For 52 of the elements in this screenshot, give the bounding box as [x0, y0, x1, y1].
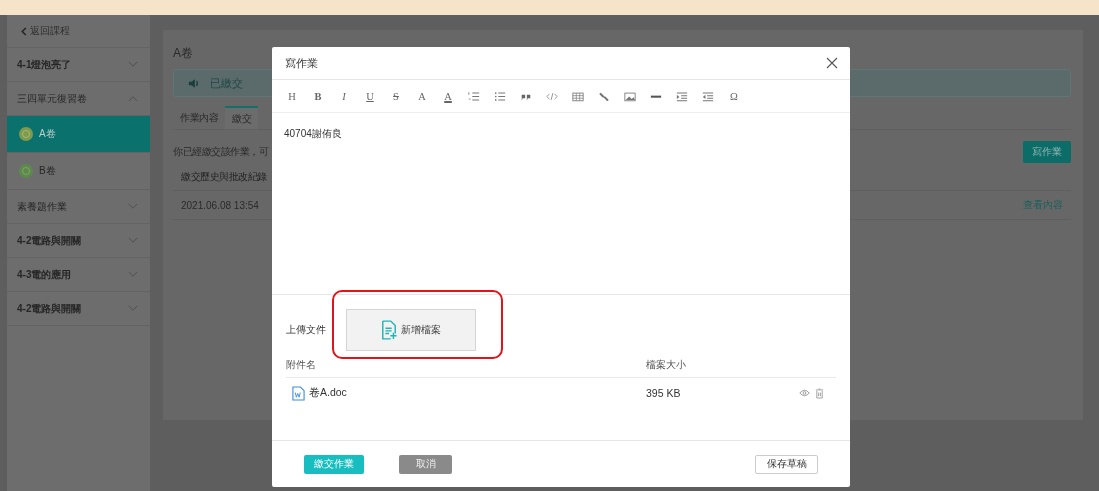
cancel-button[interactable]: 取消 — [399, 454, 452, 474]
editor-text: 40704謝侑良 — [284, 128, 342, 139]
eye-icon[interactable] — [799, 389, 810, 397]
file-size: 395 KB — [646, 387, 681, 399]
dialog-title: 寫作業 — [285, 55, 318, 71]
bullet-list-icon[interactable] — [494, 90, 506, 102]
word-file-icon — [292, 385, 305, 401]
page-title: A卷 — [173, 45, 193, 62]
bold-tool[interactable]: B — [305, 90, 331, 102]
menu-item[interactable]: 4-2電路與開關 — [7, 224, 150, 258]
chevron-down-icon — [128, 271, 138, 278]
write-button[interactable]: 寫作業 — [1023, 141, 1071, 163]
chevron-up-icon — [128, 95, 138, 102]
menu-item[interactable]: 4-2電路與開關 — [7, 292, 150, 326]
submenu-item[interactable]: B卷 — [7, 153, 150, 190]
chevron-down-icon — [128, 237, 138, 244]
file-plus-icon — [381, 320, 397, 340]
chevron-left-icon — [21, 26, 27, 36]
special-tool[interactable]: Ω — [721, 90, 747, 102]
menu-item[interactable]: 4-3電的應用 — [7, 258, 150, 292]
table-icon[interactable] — [572, 90, 584, 102]
menu-item[interactable]: 4-1燈泡亮了 — [7, 48, 150, 82]
chevron-down-icon — [128, 61, 138, 68]
trash-icon[interactable] — [815, 387, 824, 399]
close-icon[interactable] — [826, 57, 838, 69]
add-file-button[interactable]: 新增檔案 — [346, 309, 476, 351]
indent-icon[interactable] — [676, 90, 688, 102]
table-cell: 2021.06.08 13:54 — [181, 199, 259, 211]
circle-icon — [19, 164, 33, 178]
color-tool[interactable]: A — [409, 90, 435, 102]
column-header: 附件名 — [286, 359, 646, 378]
save-draft-button[interactable]: 保存草稿 — [755, 454, 818, 474]
column-header: 檔案大小 — [646, 359, 799, 378]
file-name: 卷A.doc — [309, 386, 347, 400]
circle-icon — [19, 127, 33, 141]
heading-tool[interactable]: H — [279, 90, 305, 102]
strike-tool[interactable]: S — [383, 90, 409, 102]
tab[interactable]: 繳交 — [225, 106, 258, 129]
upload-label: 上傳文件 — [286, 323, 326, 337]
speaker-icon — [188, 77, 200, 89]
menu-item[interactable]: 素養題作業 — [7, 190, 150, 224]
chevron-down-icon — [128, 203, 138, 210]
status-text: 已繳交 — [210, 75, 243, 91]
outdent-icon[interactable] — [702, 90, 714, 102]
underline-tool[interactable]: U — [357, 90, 383, 102]
italic-tool[interactable]: I — [331, 90, 357, 102]
image-icon[interactable] — [624, 90, 636, 102]
ordered-list-icon[interactable] — [468, 90, 480, 102]
submenu-item[interactable]: A卷 — [7, 116, 150, 153]
submit-button[interactable]: 繳交作業 — [304, 454, 364, 474]
highlight-tool[interactable]: A — [435, 90, 461, 102]
chevron-down-icon — [128, 305, 138, 312]
